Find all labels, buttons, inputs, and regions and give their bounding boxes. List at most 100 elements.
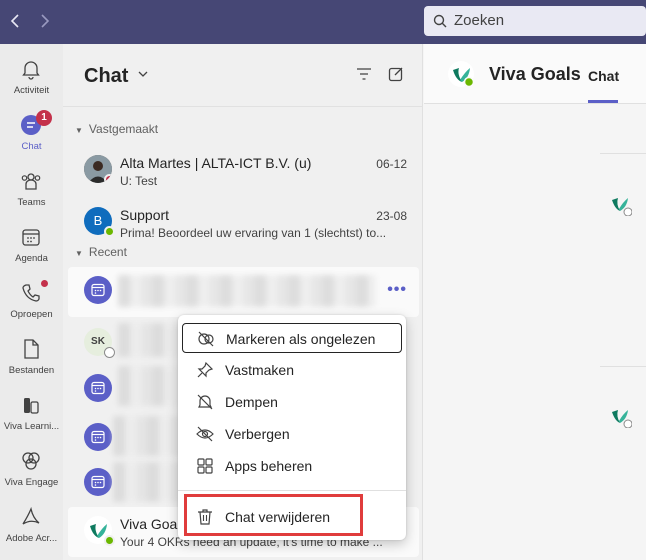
calendar-icon xyxy=(22,229,40,246)
rail-item-teams[interactable]: Teams xyxy=(0,166,63,222)
presence-offline xyxy=(104,347,115,358)
unread-badge: 1 xyxy=(36,110,52,126)
menu-item-hide[interactable]: Verbergen xyxy=(182,419,402,449)
bell-icon xyxy=(22,61,40,80)
calendar-icon xyxy=(91,283,105,297)
conversation-pane: Viva Goals Chat xyxy=(424,44,646,560)
viva-goals-logo-icon xyxy=(608,404,632,428)
chat-preview: Prima! Beoordeel uw ervaring van 1 (slec… xyxy=(120,226,387,240)
menu-item-label: Apps beheren xyxy=(225,458,313,474)
adobe-acrobat-icon xyxy=(22,506,40,525)
divider xyxy=(63,106,423,107)
avatar xyxy=(84,423,112,451)
phone-icon xyxy=(22,284,40,302)
mute-bell-icon xyxy=(197,394,213,410)
rail-item-activiteit[interactable]: Activiteit xyxy=(0,54,63,110)
tab-active-indicator xyxy=(588,100,618,103)
caret-down-icon: ▼ xyxy=(75,249,83,258)
section-label: Recent xyxy=(88,245,127,259)
rail-item-oproepen[interactable]: Oproepen xyxy=(0,278,63,334)
viva-goals-logo-icon xyxy=(448,61,474,87)
viva-engage-icon xyxy=(22,452,40,470)
menu-separator xyxy=(178,490,406,491)
viva-goals-logo-icon xyxy=(608,192,632,216)
rail-label: Oproepen xyxy=(10,309,53,320)
pin-icon xyxy=(197,361,214,378)
filter-icon[interactable] xyxy=(356,66,372,82)
blurred-content xyxy=(118,323,178,357)
menu-item-mark-unread[interactable]: Markeren als ongelezen xyxy=(182,323,402,353)
chat-row[interactable]: B Support Prima! Beoordeel uw ervaring v… xyxy=(68,198,419,248)
mark-unread-icon xyxy=(198,331,214,347)
rail-label: Viva Learni... xyxy=(3,421,60,432)
avatar xyxy=(84,468,112,496)
blurred-content xyxy=(113,462,179,502)
section-pinned[interactable]: ▼ Vastgemaakt xyxy=(75,122,158,136)
rail-label: Adobe Acr... xyxy=(5,533,58,544)
rail-item-chat[interactable]: 1 Chat xyxy=(0,110,63,166)
blurred-content xyxy=(113,416,179,456)
menu-item-mute[interactable]: Dempen xyxy=(182,387,402,417)
more-options-icon[interactable]: ••• xyxy=(387,281,407,299)
presence-available xyxy=(104,535,115,546)
apps-grid-icon xyxy=(197,458,213,474)
blurred-content xyxy=(118,366,178,406)
avatar-initials: SK xyxy=(91,336,105,347)
menu-item-pin[interactable]: Vastmaken xyxy=(182,355,402,385)
divider xyxy=(600,153,646,154)
app-rail: Activiteit 1 Chat Teams Agenda Oproepen … xyxy=(0,44,63,560)
chevron-left-icon[interactable] xyxy=(5,10,27,32)
calendar-icon xyxy=(91,475,105,489)
tab-chat[interactable]: Chat xyxy=(588,68,619,84)
annotation-highlight-box xyxy=(184,494,363,536)
calendar-icon xyxy=(91,381,105,395)
chat-row[interactable]: Alta Martes | ALTA-ICT B.V. (u) U: Test … xyxy=(68,146,419,196)
rail-label: Viva Engage xyxy=(4,477,59,488)
conversation-title: Viva Goals xyxy=(489,64,581,84)
caret-down-icon: ▼ xyxy=(75,126,83,135)
divider xyxy=(600,366,646,367)
avatar xyxy=(84,516,115,546)
chevron-right-icon[interactable] xyxy=(33,10,55,32)
menu-item-label: Dempen xyxy=(225,394,278,410)
menu-item-manage-apps[interactable]: Apps beheren xyxy=(182,451,402,481)
rail-label: Teams xyxy=(17,197,46,208)
blurred-content xyxy=(118,275,376,307)
file-icon xyxy=(24,339,39,359)
rail-item-bestanden[interactable]: Bestanden xyxy=(0,334,63,390)
search-input[interactable]: Zoeken xyxy=(424,6,646,36)
avatar xyxy=(84,155,112,183)
chat-preview: U: Test xyxy=(120,174,158,188)
menu-item-label: Verbergen xyxy=(225,426,290,442)
rail-label: Chat xyxy=(21,141,42,152)
avatar: B xyxy=(84,207,115,237)
rail-item-viva-learning[interactable]: Viva Learni... xyxy=(0,390,63,446)
presence-busy xyxy=(104,174,112,183)
presence-available xyxy=(104,226,115,237)
conversation-header: Viva Goals Chat xyxy=(424,44,646,104)
avatar xyxy=(84,276,112,304)
viva-learning-icon xyxy=(24,398,39,414)
chat-date: 23-08 xyxy=(376,209,407,223)
hide-eye-icon xyxy=(196,426,214,442)
section-recent[interactable]: ▼ Recent xyxy=(75,245,127,259)
section-label: Vastgemaakt xyxy=(88,122,159,136)
teams-icon xyxy=(21,173,41,190)
rail-item-agenda[interactable]: Agenda xyxy=(0,222,63,278)
avatar xyxy=(84,374,112,402)
rail-item-viva-engage[interactable]: Viva Engage xyxy=(0,446,63,502)
menu-item-label: Markeren als ongelezen xyxy=(226,331,376,347)
menu-item-label: Vastmaken xyxy=(225,362,294,378)
chat-date: 06-12 xyxy=(376,157,407,171)
chevron-down-icon[interactable] xyxy=(137,68,149,83)
search-icon xyxy=(433,14,447,28)
rail-label: Bestanden xyxy=(8,365,55,376)
notification-dot xyxy=(41,280,48,287)
rail-item-adobe-acrobat[interactable]: Adobe Acr... xyxy=(0,502,63,558)
chat-row[interactable]: ••• xyxy=(68,267,419,317)
avatar: SK xyxy=(84,328,115,358)
rail-label: Agenda xyxy=(15,253,48,264)
chat-name: Support xyxy=(120,207,170,223)
new-chat-icon[interactable] xyxy=(388,66,404,82)
chat-list-title: Chat xyxy=(84,65,129,87)
